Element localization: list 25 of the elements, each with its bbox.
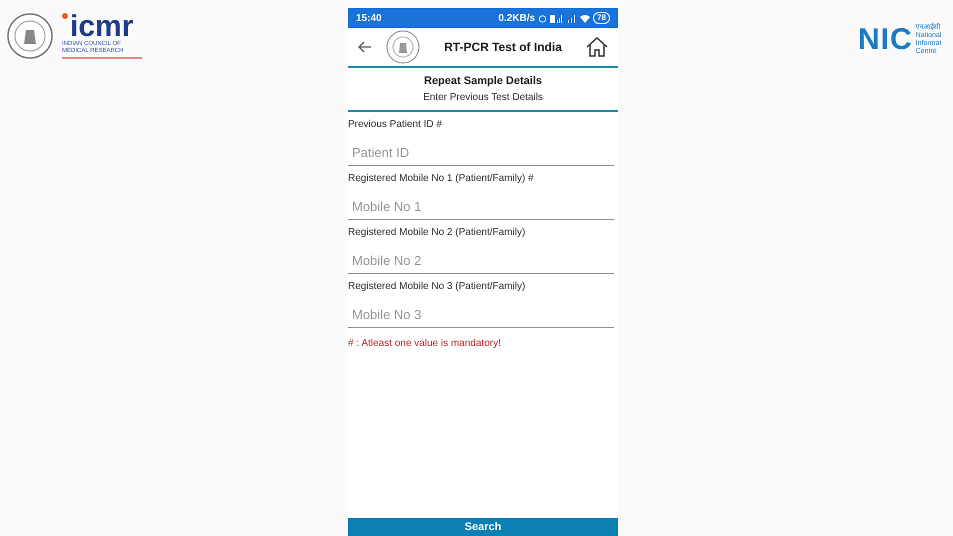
input-field[interactable]: Mobile No 2	[348, 248, 614, 274]
signal-icon	[550, 14, 564, 22]
field-label: Registered Mobile No 2 (Patient/Family)	[348, 226, 526, 240]
back-arrow-icon[interactable]	[358, 41, 372, 53]
section-subtitle: Enter Previous Test Details	[423, 91, 543, 105]
home-icon[interactable]	[586, 37, 608, 57]
mandatory-note: # : Atleast one value is mandatory!	[348, 337, 502, 351]
emblem-seal-icon	[6, 12, 54, 60]
field-label: Previous Patient ID #	[348, 118, 443, 132]
field-label: Registered Mobile No 3 (Patient/Family)	[348, 280, 526, 294]
wifi-icon	[580, 14, 590, 22]
signal-icon	[567, 14, 578, 22]
logo-wordmark: icmr	[70, 13, 134, 41]
battery-level: 78	[593, 12, 610, 24]
clock-time: 15:40	[356, 12, 382, 26]
section-title: Repeat Sample Details	[424, 74, 542, 89]
field-label: Registered Mobile No 1 (Patient/Family) #	[348, 172, 535, 186]
input-field[interactable]: Mobile No 3	[348, 302, 614, 328]
input-field[interactable]: Patient ID	[348, 140, 614, 166]
network-speed: 0.2KB/s	[498, 12, 536, 26]
logo-wordmark: NIC	[858, 27, 913, 53]
input-field[interactable]: Mobile No 1	[348, 194, 614, 220]
emblem-seal-icon	[386, 30, 420, 64]
app-title: RT-PCR Test of India	[443, 39, 563, 56]
search-button[interactable]: Search	[348, 518, 618, 536]
